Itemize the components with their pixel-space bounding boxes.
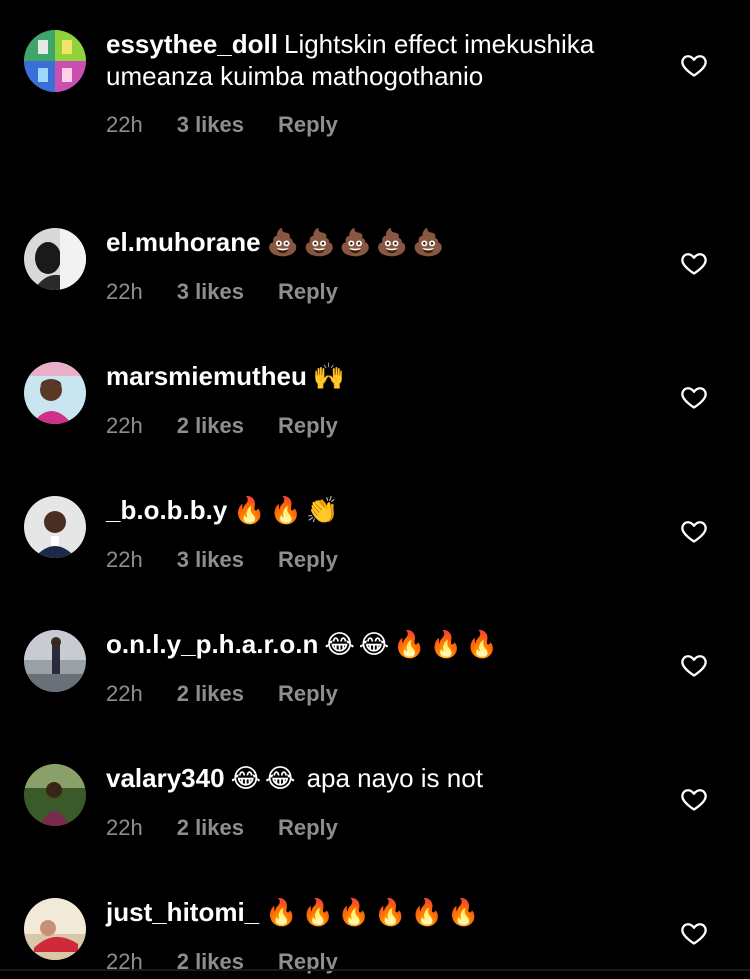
comment-likes[interactable]: 2 likes — [177, 413, 244, 439]
comment-meta: 22h 3 likes Reply — [106, 547, 666, 573]
comment-text: el.muhorane 💩💩💩💩💩 — [106, 226, 666, 259]
avatar[interactable] — [24, 898, 86, 960]
comment-emoji: 🔥🔥👏 — [233, 496, 343, 526]
comment-time: 22h — [106, 413, 143, 438]
heart-outline-icon[interactable] — [680, 785, 708, 813]
comment-meta: 22h 2 likes Reply — [106, 815, 666, 841]
comment-time: 22h — [106, 815, 143, 840]
comment-time: 22h — [106, 112, 143, 137]
avatar[interactable] — [24, 630, 86, 692]
heart-outline-icon[interactable] — [680, 383, 708, 411]
heart-outline-icon[interactable] — [680, 517, 708, 545]
comment-text: essythee_doll Lightskin effect imekushika… — [106, 28, 666, 92]
comment-text: marsmiemutheu 🙌 — [106, 360, 666, 393]
comment-time: 22h — [106, 547, 143, 572]
reply-button[interactable]: Reply — [278, 547, 338, 573]
comment-username[interactable]: essythee_doll — [106, 29, 278, 59]
comment-body: apa nayo is not — [306, 763, 483, 793]
reply-button[interactable]: Reply — [278, 279, 338, 305]
comment-username[interactable]: marsmiemutheu — [106, 361, 307, 391]
comment-likes[interactable]: 2 likes — [177, 681, 244, 707]
comment-meta: 22h 2 likes Reply — [106, 413, 666, 439]
comment-time: 22h — [106, 279, 143, 304]
comment-meta: 22h 3 likes Reply — [106, 112, 666, 138]
comment-emoji: 😂😂 — [230, 764, 300, 794]
reply-button[interactable]: Reply — [278, 681, 338, 707]
comment-likes[interactable]: 2 likes — [177, 815, 244, 841]
heart-outline-icon[interactable] — [680, 919, 708, 947]
comment-meta: 22h 3 likes Reply — [106, 279, 666, 305]
comment-text: _b.o.b.b.y 🔥🔥👏 — [106, 494, 666, 527]
comment-likes[interactable]: 3 likes — [177, 279, 244, 305]
comment-likes[interactable]: 3 likes — [177, 112, 244, 138]
comment-emoji: 🔥🔥🔥🔥🔥🔥 — [265, 898, 484, 928]
comment-text: just_hitomi_ 🔥🔥🔥🔥🔥🔥 — [106, 896, 666, 929]
comment-meta: 22h 2 likes Reply — [106, 681, 666, 707]
reply-button[interactable]: Reply — [278, 413, 338, 439]
comment-username[interactable]: o.n.l.y_p.h.a.r.o.n — [106, 629, 318, 659]
avatar[interactable] — [24, 496, 86, 558]
comment-meta: 22h 2 likes Reply — [106, 949, 666, 975]
comment-username[interactable]: just_hitomi_ — [106, 897, 259, 927]
comment-time: 22h — [106, 949, 143, 974]
comment-text: o.n.l.y_p.h.a.r.o.n 😂😂🔥🔥🔥 — [106, 628, 666, 661]
avatar[interactable] — [24, 228, 86, 290]
reply-button[interactable]: Reply — [278, 815, 338, 841]
reply-button[interactable]: Reply — [278, 112, 338, 138]
reply-button[interactable]: Reply — [278, 949, 338, 975]
comment-likes[interactable]: 3 likes — [177, 547, 244, 573]
avatar[interactable] — [24, 30, 86, 92]
avatar[interactable] — [24, 764, 86, 826]
heart-outline-icon[interactable] — [680, 51, 708, 79]
comment-time: 22h — [106, 681, 143, 706]
comment-username[interactable]: _b.o.b.b.y — [106, 495, 227, 525]
divider — [0, 969, 750, 971]
comment-emoji: 🙌 — [312, 362, 350, 392]
comment-text: valary340 😂😂 apa nayo is not — [106, 762, 666, 795]
avatar[interactable] — [24, 362, 86, 424]
comment-username[interactable]: valary340 — [106, 763, 225, 793]
comment-likes[interactable]: 2 likes — [177, 949, 244, 975]
comment-username[interactable]: el.muhorane — [106, 227, 261, 257]
heart-outline-icon[interactable] — [680, 249, 708, 277]
comment-emoji: 😂😂🔥🔥🔥 — [324, 630, 503, 660]
comment-emoji: 💩💩💩💩💩 — [266, 228, 449, 258]
heart-outline-icon[interactable] — [680, 651, 708, 679]
